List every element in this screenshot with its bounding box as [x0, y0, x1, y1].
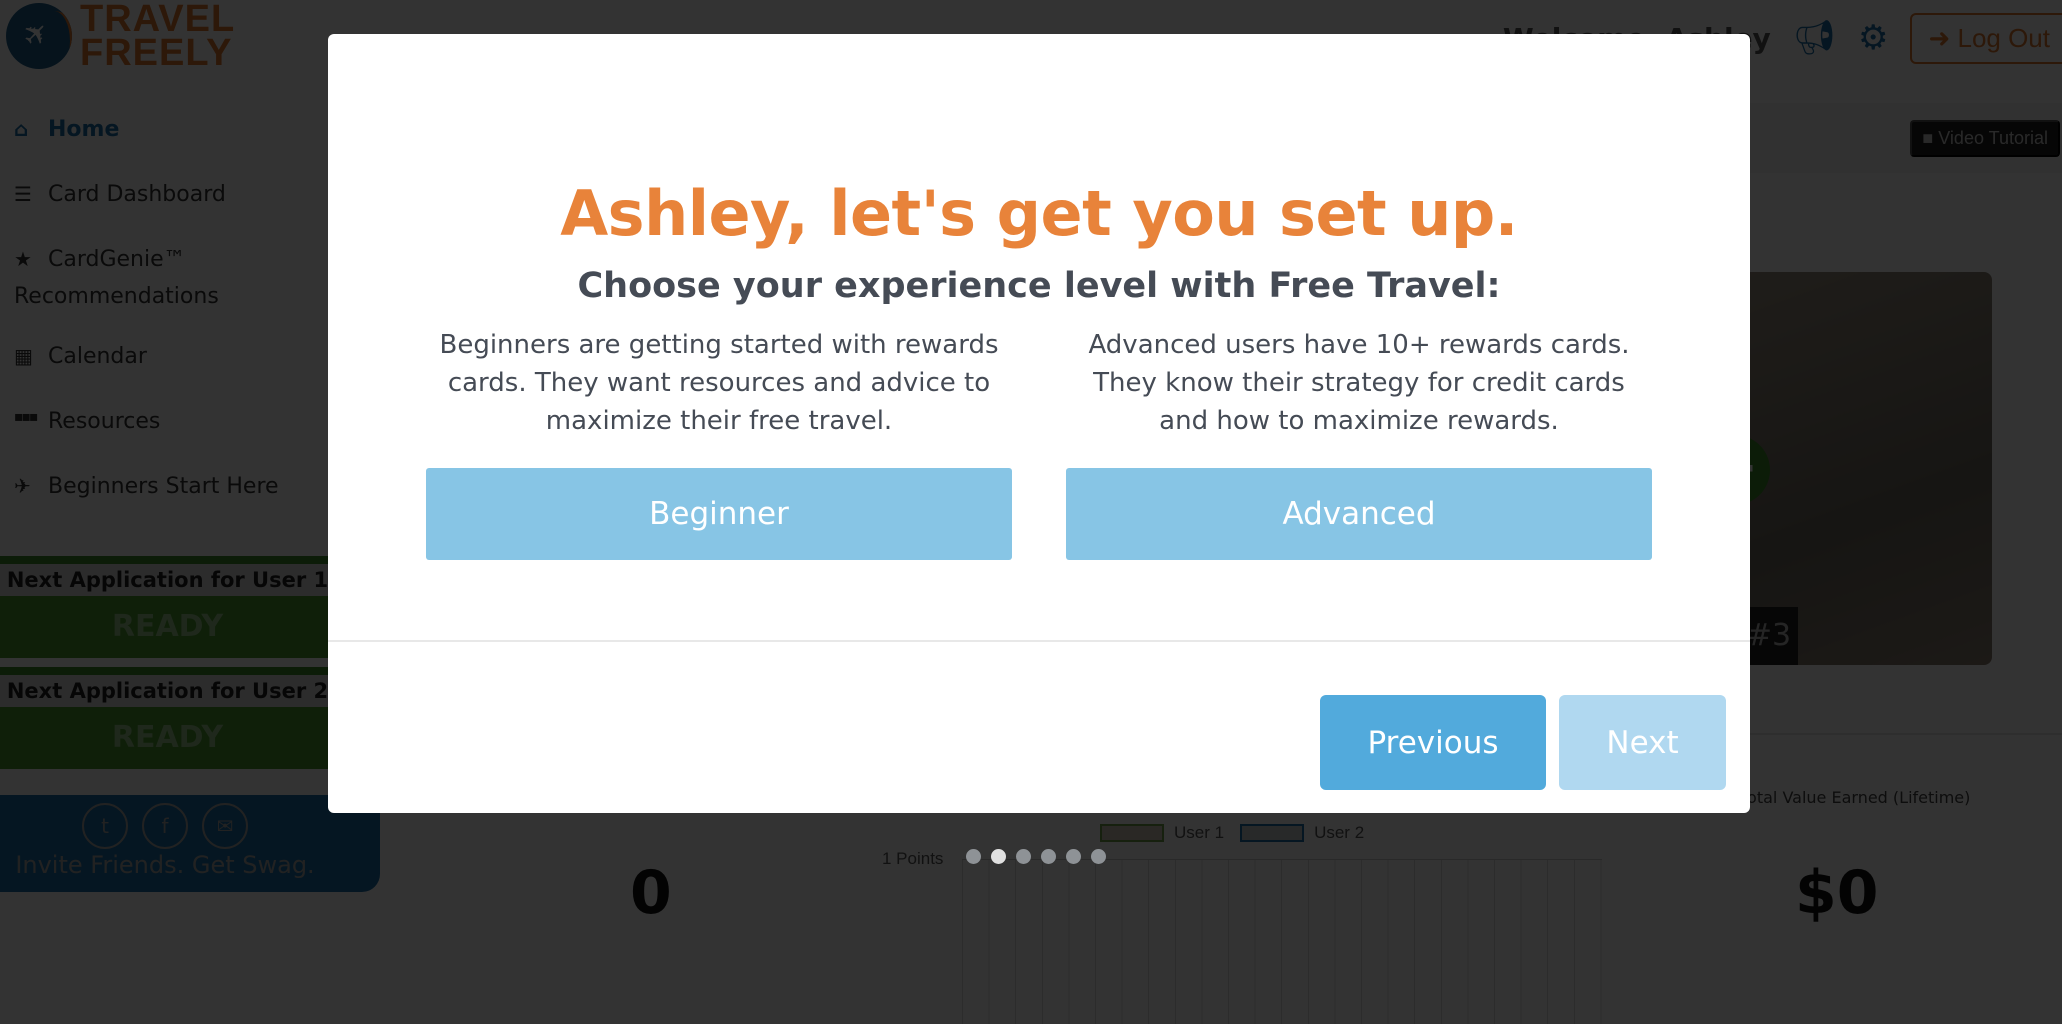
setup-modal: Ashley, let's get you set up. Choose you… — [328, 34, 1750, 813]
step-indicator — [966, 849, 1106, 864]
advanced-description: Advanced users have 10+ rewards cards. T… — [1088, 330, 1630, 436]
step-dot[interactable] — [1041, 849, 1056, 864]
modal-title: Ashley, let's get you set up. — [560, 177, 1518, 250]
beginner-button[interactable]: Beginner — [426, 468, 1012, 560]
previous-button[interactable]: Previous — [1320, 695, 1546, 790]
advanced-option: Advanced users have 10+ rewards cards. T… — [1066, 326, 1652, 560]
step-dot[interactable] — [1066, 849, 1081, 864]
step-dot[interactable] — [1091, 849, 1106, 864]
advanced-button[interactable]: Advanced — [1066, 468, 1652, 560]
step-dot[interactable] — [1016, 849, 1031, 864]
beginner-option: Beginners are getting started with rewar… — [426, 326, 1012, 560]
step-dot[interactable] — [966, 849, 981, 864]
beginner-description: Beginners are getting started with rewar… — [439, 330, 999, 436]
step-dot[interactable] — [991, 849, 1006, 864]
modal-footer-divider — [328, 640, 1750, 642]
modal-subtitle: Choose your experience level with Free T… — [577, 266, 1501, 306]
next-button[interactable]: Next — [1559, 695, 1726, 790]
